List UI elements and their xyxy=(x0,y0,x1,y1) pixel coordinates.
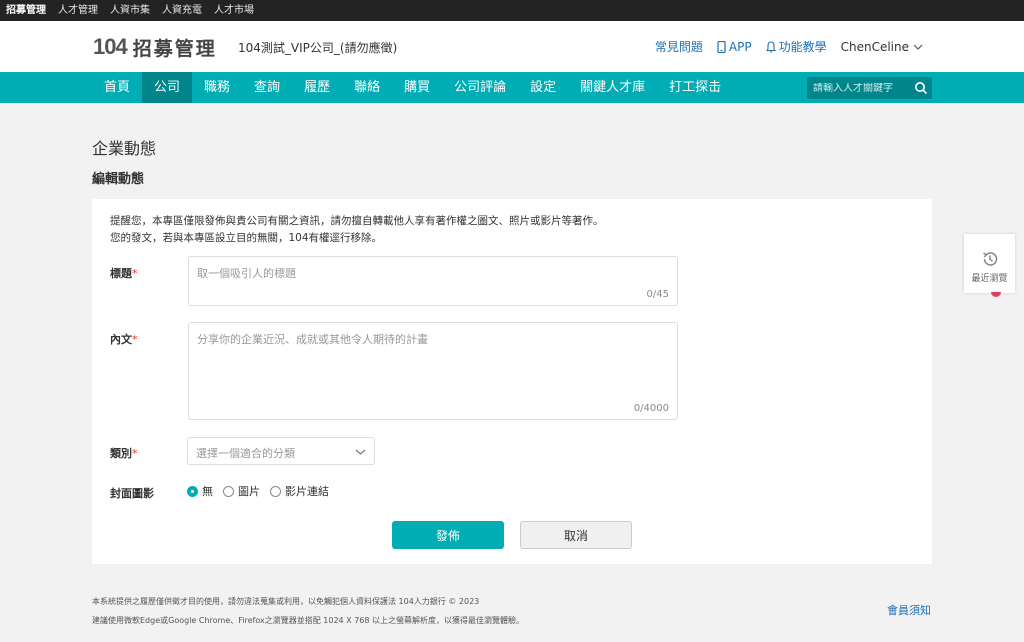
header: 104 招募管理 104測試_VIP公司_(請勿應徵) 常見問題 APP 功能教… xyxy=(0,21,1024,72)
talent-search xyxy=(807,77,932,99)
tutorial-link-label: 功能教學 xyxy=(778,40,827,54)
nav-key-talent[interactable]: 關鍵人才庫 xyxy=(568,72,657,103)
content-label: 內文* xyxy=(110,331,138,347)
cover-video-label: 影片連結 xyxy=(285,485,329,498)
nav-query[interactable]: 查詢 xyxy=(242,72,292,103)
content-char-count: 0/4000 xyxy=(633,403,669,414)
title-label: 標題* xyxy=(110,265,138,281)
app-link-label: APP xyxy=(728,39,752,54)
required-mark: * xyxy=(132,447,138,460)
recent-views-label: 最近瀏覽 xyxy=(971,274,1008,284)
content-label-text: 內文 xyxy=(110,333,132,346)
cover-label: 封面圖影 xyxy=(110,487,154,500)
cover-video-radio[interactable]: 影片連結 xyxy=(270,483,329,499)
category-placeholder: 選擇一個適合的分類 xyxy=(196,447,295,460)
category-select[interactable]: 選擇一個適合的分類 xyxy=(187,437,375,465)
logo-text: 招募管理 xyxy=(132,37,217,60)
nav-purchase[interactable]: 購買 xyxy=(392,72,442,103)
talent-search-input[interactable] xyxy=(807,82,907,94)
required-mark: * xyxy=(132,333,138,346)
faq-link[interactable]: 常見問題 xyxy=(655,38,703,55)
recent-views-widget[interactable]: 最近瀏覽 xyxy=(964,234,1015,297)
radio-checked-icon xyxy=(187,485,198,497)
nav-items: 首頁 公司 職務 查詢 履歷 聯絡 購買 公司評論 設定 關鍵人才庫 打工探击 xyxy=(92,72,733,103)
notification-dot xyxy=(991,292,1001,297)
title-char-count: 0/45 xyxy=(646,289,669,300)
title-input[interactable]: 取一個吸引人的標題 0/45 xyxy=(188,256,678,306)
category-label-text: 類別 xyxy=(110,447,132,460)
member-terms-link[interactable]: 會員須知 xyxy=(887,602,931,618)
tutorial-link[interactable]: 功能教學 xyxy=(765,38,827,55)
page-title: 企業動態 xyxy=(92,139,157,158)
notice-line-1: 提醒您，本專區僅限發佈與貴公司有關之資訊，請勿擅自轉載他人享有著作權之圖文、照片… xyxy=(110,215,604,227)
footer-disclaimer: 本系統提供之履歷僅供徵才目的使用，請勿違法蒐集或利用，以免觸犯個人資料保護法 1… xyxy=(92,597,480,606)
required-mark: * xyxy=(132,267,138,280)
radio-unchecked-icon xyxy=(270,485,281,497)
cancel-button[interactable]: 取消 xyxy=(520,521,632,549)
nav-company[interactable]: 公司 xyxy=(142,72,193,103)
publish-button[interactable]: 發佈 xyxy=(392,521,504,549)
topbar-item-talent[interactable]: 人才管理 xyxy=(58,0,98,21)
bell-icon xyxy=(765,40,776,53)
cover-image-radio[interactable]: 圖片 xyxy=(223,483,260,499)
history-icon xyxy=(982,252,997,266)
top-product-bar: 招募管理 人才管理 人資市集 人資充電 人才市場 xyxy=(0,0,1024,21)
cover-none-label: 無 xyxy=(202,485,213,498)
cover-none-radio[interactable]: 無 xyxy=(187,483,213,499)
nav-company-review[interactable]: 公司評論 xyxy=(442,72,518,103)
cover-image-label: 圖片 xyxy=(238,485,260,498)
topbar-item-talent-market[interactable]: 人才市場 xyxy=(214,0,254,21)
user-name: ChenCeline xyxy=(840,39,909,54)
edit-post-form: 提醒您，本專區僅限發佈與貴公司有關之資訊，請勿擅自轉載他人享有著作權之圖文、照片… xyxy=(92,199,932,564)
category-label: 類別* xyxy=(110,445,138,461)
chevron-down-icon xyxy=(913,44,923,50)
copyright-notice: 提醒您，本專區僅限發佈與貴公司有關之資訊，請勿擅自轉載他人享有著作權之圖文、照片… xyxy=(110,213,604,247)
chevron-down-icon xyxy=(355,449,366,455)
section-title: 編輯動態 xyxy=(92,172,145,187)
nav-settings[interactable]: 設定 xyxy=(518,72,568,103)
topbar-item-recruit[interactable]: 招募管理 xyxy=(6,0,46,21)
nav-part-time[interactable]: 打工探击 xyxy=(657,72,733,103)
logo[interactable]: 104 招募管理 xyxy=(93,34,217,60)
content-textarea[interactable]: 分享你的企業近況、成就或其他令人期待的計畫 0/4000 xyxy=(188,322,678,420)
nav-home[interactable]: 首頁 xyxy=(92,72,142,103)
topbar-item-hr-learning[interactable]: 人資充電 xyxy=(162,0,202,21)
nav-contact[interactable]: 聯絡 xyxy=(342,72,392,103)
radio-unchecked-icon xyxy=(223,485,234,497)
content-placeholder: 分享你的企業近況、成就或其他令人期待的計畫 xyxy=(197,333,428,346)
header-links: 常見問題 APP 功能教學 ChenCeline xyxy=(641,38,926,55)
nav-resume[interactable]: 履歷 xyxy=(292,72,342,103)
search-icon[interactable] xyxy=(914,81,928,95)
nav-jobs[interactable]: 職務 xyxy=(192,72,242,103)
title-label-text: 標題 xyxy=(110,267,132,280)
logo-number: 104 xyxy=(93,34,128,59)
cover-type-radio-group: 無 圖片 影片連結 xyxy=(187,483,339,499)
user-menu[interactable]: ChenCeline xyxy=(841,40,926,54)
app-link[interactable]: APP xyxy=(717,40,752,54)
company-name: 104測試_VIP公司_(請勿應徵) xyxy=(238,41,398,55)
footer-browser-note: 建議使用微軟Edge或Google Chrome、Firefox之瀏覽器並搭配 … xyxy=(92,616,525,625)
phone-icon xyxy=(717,40,726,53)
topbar-item-hr-market[interactable]: 人資市集 xyxy=(110,0,150,21)
main-nav: 首頁 公司 職務 查詢 履歷 聯絡 購買 公司評論 設定 關鍵人才庫 打工探击 xyxy=(0,72,1024,103)
notice-line-2: 您的發文，若與本專區設立目的無關，104有權逕行移除。 xyxy=(110,232,383,244)
title-placeholder: 取一個吸引人的標題 xyxy=(197,267,296,280)
